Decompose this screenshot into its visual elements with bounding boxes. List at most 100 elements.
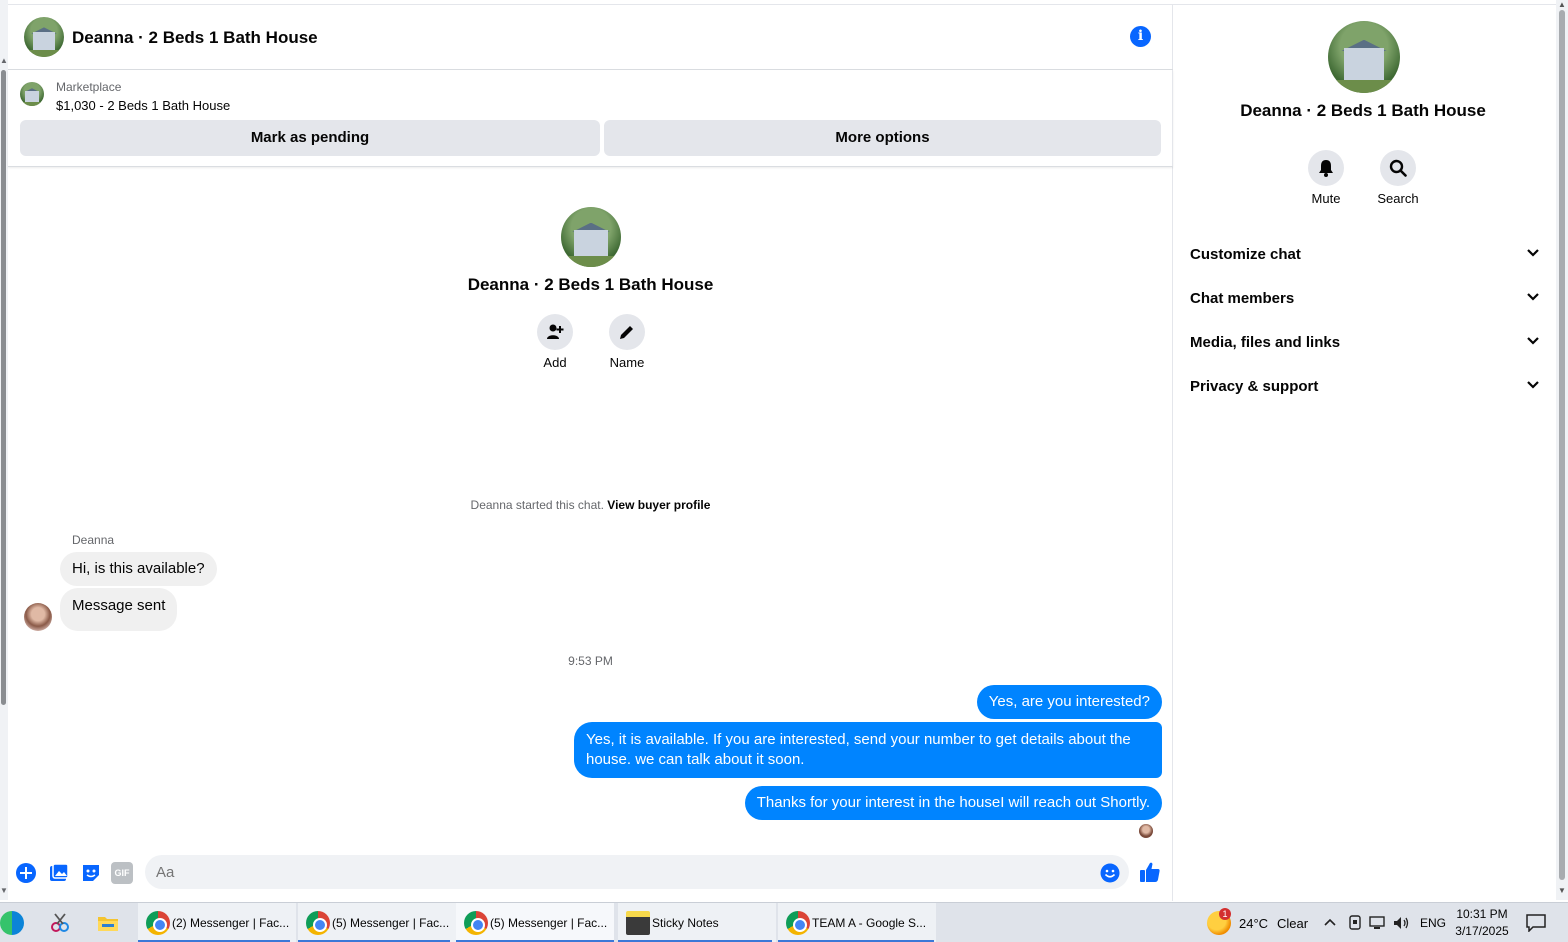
taskbar-app-messenger-2[interactable]: (5) Messenger | Fac...: [298, 903, 456, 942]
add-label: Add: [543, 355, 567, 370]
sender-name: Deanna: [72, 533, 115, 547]
windows-taskbar: (2) Messenger | Fac... (5) Messenger | F…: [0, 902, 1568, 942]
chat-members-section[interactable]: Chat members: [1190, 278, 1540, 318]
app-root: ▲ ▼ Deanna · 2 Beds 1 Bath House i Marke…: [0, 0, 1568, 942]
taskbar-app-label: (5) Messenger | Fac...: [490, 916, 608, 930]
view-buyer-profile-link[interactable]: View buyer profile: [607, 498, 710, 512]
composer: GIF: [8, 850, 1173, 895]
section-label: Media, files and links: [1190, 334, 1341, 351]
section-label: Chat members: [1190, 290, 1295, 307]
volume-icon[interactable]: [1393, 916, 1411, 930]
conversation-title[interactable]: Deanna · 2 Beds 1 Bath House: [72, 28, 318, 48]
scroll-up-arrow-icon[interactable]: ▲: [1558, 0, 1566, 9]
chrome-icon: [306, 911, 330, 935]
scroll-up-arrow-icon[interactable]: ▲: [0, 56, 8, 65]
media-files-links-section[interactable]: Media, files and links: [1190, 322, 1540, 362]
intro-title: Deanna · 2 Beds 1 Bath House: [467, 275, 714, 294]
section-label: Privacy & support: [1190, 378, 1319, 395]
taskbar-app-sticky-notes[interactable]: Sticky Notes: [618, 903, 776, 942]
more-options-button[interactable]: More options: [604, 120, 1161, 156]
info-icon[interactable]: i: [1130, 26, 1151, 47]
search-label: Search: [1377, 191, 1419, 206]
emoji-icon[interactable]: [1100, 863, 1120, 883]
conversation-avatar[interactable]: [24, 17, 64, 57]
page-scrollbar-thumb[interactable]: [1559, 10, 1565, 880]
marketplace-bar: Marketplace $1,030 - 2 Beds 1 Bath House…: [8, 70, 1173, 167]
language-indicator[interactable]: ENG: [1420, 916, 1446, 930]
taskbar-app-messenger-3[interactable]: (5) Messenger | Fac...: [456, 903, 614, 942]
message-timestamp: 9:53 PM: [568, 654, 613, 668]
search-button[interactable]: [1380, 150, 1416, 186]
mute-label: Mute: [1311, 191, 1341, 206]
scroll-down-arrow-icon[interactable]: ▼: [0, 886, 8, 895]
listing-thumbnail[interactable]: [20, 82, 44, 106]
clock-time: 10:31 PM: [1456, 907, 1508, 921]
name-label: Name: [609, 355, 645, 370]
chevron-down-icon: [1527, 337, 1539, 345]
chrome-icon: [464, 911, 488, 935]
section-label: Customize chat: [1190, 246, 1301, 263]
details-sidebar: Deanna · 2 Beds 1 Bath House Mute Search…: [1174, 5, 1556, 901]
add-person-icon: [547, 324, 564, 339]
scroll-down-arrow-icon[interactable]: ▼: [1558, 886, 1566, 895]
message-input[interactable]: [145, 855, 1075, 889]
sidebar-title: Deanna · 2 Beds 1 Bath House: [1240, 101, 1486, 120]
gif-icon[interactable]: GIF: [111, 862, 133, 884]
taskbar-app-label: Sticky Notes: [652, 916, 719, 930]
left-scrollbar-thumb[interactable]: [1, 70, 6, 705]
sidebar-avatar[interactable]: [1328, 21, 1400, 93]
started-text: Deanna started this chat.: [470, 498, 604, 512]
bell-icon: [1319, 160, 1333, 177]
pencil-icon: [620, 326, 633, 339]
chrome-icon: [786, 911, 810, 935]
chevron-down-icon: [1527, 381, 1539, 389]
network-icon[interactable]: [1369, 916, 1387, 930]
name-button[interactable]: [609, 314, 645, 350]
search-icon: [1389, 159, 1407, 177]
plus-circle-icon[interactable]: [15, 862, 37, 884]
intro-avatar: [561, 207, 621, 267]
listing-title[interactable]: $1,030 - 2 Beds 1 Bath House: [56, 98, 230, 113]
clock-date: 3/17/2025: [1455, 924, 1509, 938]
chevron-down-icon: [1527, 249, 1539, 257]
sender-avatar[interactable]: [24, 603, 52, 631]
chat-panel: Deanna · 2 Beds 1 Bath House i Marketpla…: [8, 5, 1173, 901]
weather-notification-badge: 1: [1219, 908, 1231, 920]
system-clock[interactable]: 10:31 PM 3/17/2025: [1452, 906, 1512, 940]
weather-temperature[interactable]: 24°C: [1239, 916, 1268, 931]
taskbar-app-messenger-1[interactable]: (2) Messenger | Fac...: [138, 903, 296, 942]
edge-browser-icon[interactable]: [0, 911, 24, 935]
incoming-message[interactable]: Message sent: [60, 588, 178, 631]
taskbar-app-google-sheets[interactable]: TEAM A - Google S...: [778, 903, 936, 942]
sticky-notes-icon: [626, 911, 650, 935]
message-input-container: [145, 855, 1129, 889]
taskbar-app-label: (2) Messenger | Fac...: [172, 916, 290, 930]
weather-description[interactable]: Clear: [1277, 916, 1308, 931]
chrome-icon: [146, 911, 170, 935]
chevron-up-icon[interactable]: [1323, 917, 1337, 927]
taskbar-app-label: TEAM A - Google S...: [812, 916, 927, 930]
incoming-message[interactable]: Hi, is this available?: [60, 552, 217, 586]
notification-center-icon[interactable]: [1526, 914, 1546, 932]
chat-header: Deanna · 2 Beds 1 Bath House i: [8, 5, 1173, 70]
snipping-tool-icon[interactable]: [48, 911, 72, 935]
seen-indicator-avatar: [1139, 824, 1153, 838]
photo-icon[interactable]: [48, 862, 70, 884]
outgoing-message[interactable]: Thanks for your interest in the houseI w…: [744, 786, 1162, 820]
customize-chat-section[interactable]: Customize chat: [1190, 234, 1540, 274]
privacy-support-section[interactable]: Privacy & support: [1190, 366, 1540, 406]
thumbs-up-icon[interactable]: [1139, 861, 1161, 883]
page-scrollbar[interactable]: ▲ ▼: [1556, 0, 1568, 900]
sticker-icon[interactable]: [80, 862, 102, 884]
mark-as-pending-button[interactable]: Mark as pending: [20, 120, 600, 156]
marketplace-label: Marketplace: [56, 80, 122, 94]
taskbar-app-label: (5) Messenger | Fac...: [332, 916, 450, 930]
chat-started-notice: Deanna started this chat. View buyer pro…: [8, 498, 1173, 512]
left-scrollbar[interactable]: ▲ ▼: [0, 0, 8, 900]
add-people-button[interactable]: [537, 314, 573, 350]
outgoing-message[interactable]: Yes, are you interested?: [976, 685, 1162, 719]
outgoing-message[interactable]: Yes, it is available. If you are interes…: [574, 722, 1162, 778]
mute-button[interactable]: [1308, 150, 1344, 186]
meet-now-icon[interactable]: [1348, 915, 1362, 931]
file-explorer-icon[interactable]: [96, 911, 120, 935]
